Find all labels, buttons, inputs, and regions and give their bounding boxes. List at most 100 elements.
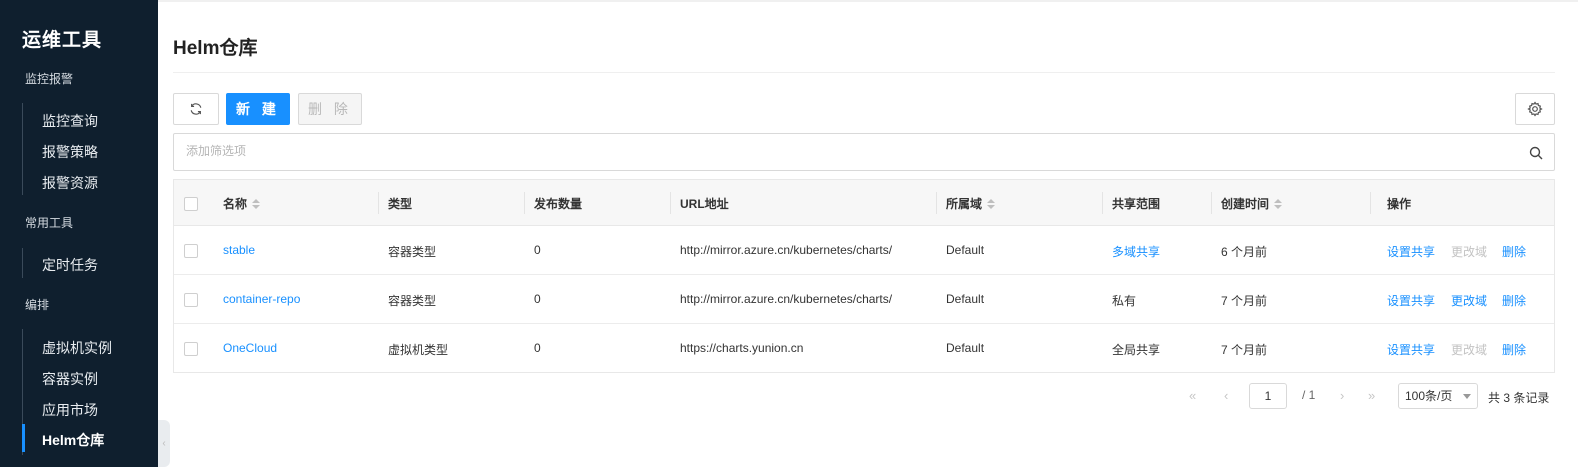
sidebar-active-indicator: [22, 424, 25, 452]
table-row: OneCloud 虚拟机类型 0 https://charts.yunion.c…: [174, 324, 1554, 373]
delete-action[interactable]: 删除: [1502, 243, 1526, 260]
column-separator: [1211, 192, 1212, 214]
change-domain-action[interactable]: 更改域: [1451, 292, 1487, 309]
sidebar-item-app-market[interactable]: 应用市场: [42, 400, 98, 420]
delete-button[interactable]: 删 除: [298, 93, 362, 125]
filter-bar: [173, 133, 1555, 171]
column-header-url: URL地址: [680, 195, 729, 212]
column-separator: [1370, 192, 1371, 214]
cell-created: 7 个月前: [1221, 294, 1268, 308]
sidebar-group-orchestration[interactable]: 编排: [25, 296, 49, 313]
column-header-label: 创建时间: [1221, 197, 1270, 211]
first-page-icon[interactable]: «: [1189, 388, 1196, 403]
column-header-label: 所属域: [946, 197, 983, 211]
title-divider: [173, 72, 1555, 73]
column-header-label: 名称: [223, 197, 248, 211]
row-checkbox[interactable]: [184, 244, 198, 258]
sidebar-tree-line: [22, 248, 23, 278]
select-all-checkbox[interactable]: [184, 197, 198, 211]
column-header-release-count: 发布数量: [534, 195, 582, 212]
total-records: 共 3 条记录: [1488, 391, 1550, 405]
repo-name-link[interactable]: container-repo: [223, 292, 300, 306]
table-row: container-repo 容器类型 0 http://mirror.azur…: [174, 275, 1554, 324]
table-row: stable 容器类型 0 http://mirror.azure.cn/kub…: [174, 226, 1554, 275]
cell-created: 6 个月前: [1221, 245, 1268, 259]
set-share-action[interactable]: 设置共享: [1387, 243, 1435, 260]
repo-name-link[interactable]: OneCloud: [223, 341, 277, 355]
sidebar-item-helm-repo[interactable]: Helm仓库: [42, 430, 104, 450]
column-separator: [378, 192, 379, 214]
cell-count: 0: [534, 292, 541, 306]
column-header-type: 类型: [388, 195, 412, 212]
gear-icon: [1527, 101, 1543, 117]
cell-domain: Default: [946, 243, 985, 257]
change-domain-action[interactable]: 更改域: [1451, 243, 1487, 260]
column-header-actions: 操作: [1387, 195, 1411, 212]
column-separator: [524, 192, 525, 214]
set-share-action[interactable]: 设置共享: [1387, 292, 1435, 309]
set-share-action[interactable]: 设置共享: [1387, 341, 1435, 358]
cell-share-scope: 私有: [1112, 294, 1137, 308]
column-header-label: URL地址: [680, 197, 729, 211]
row-checkbox[interactable]: [184, 293, 198, 307]
page-title: Helm仓库: [173, 38, 258, 59]
cell-url: http://mirror.azure.cn/kubernetes/charts…: [680, 243, 893, 257]
top-divider: [158, 0, 1578, 2]
sidebar-item-container-instance[interactable]: 容器实例: [42, 369, 98, 389]
cell-type: 虚拟机类型: [388, 343, 449, 357]
sidebar: 运维工具 监控报警 监控查询 报警策略 报警资源 常用工具 定时任务 编排 虚拟…: [0, 0, 158, 467]
column-header-share-scope: 共享范围: [1112, 195, 1160, 212]
cell-url: http://mirror.azure.cn/kubernetes/charts…: [680, 292, 893, 306]
page-number-input[interactable]: 1: [1249, 383, 1287, 409]
next-page-icon[interactable]: ›: [1340, 388, 1344, 403]
sidebar-group-common-tools[interactable]: 常用工具: [25, 214, 73, 231]
new-button[interactable]: 新 建: [226, 93, 290, 125]
column-separator: [1102, 192, 1103, 214]
column-header-domain[interactable]: 所属域: [946, 195, 996, 212]
sidebar-collapse-toggle[interactable]: ‹: [158, 420, 170, 467]
cell-domain: Default: [946, 341, 985, 355]
total-pages: / 1: [1302, 388, 1316, 402]
cell-share-scope: 全局共享: [1112, 343, 1161, 357]
sort-icon[interactable]: [252, 198, 261, 209]
chevron-down-icon: [1463, 394, 1471, 399]
last-page-icon[interactable]: »: [1368, 388, 1375, 403]
column-header-label: 操作: [1387, 197, 1412, 211]
column-header-created[interactable]: 创建时间: [1221, 195, 1283, 212]
sort-icon[interactable]: [987, 198, 996, 209]
table-settings-button[interactable]: [1515, 93, 1555, 125]
cell-count: 0: [534, 243, 541, 257]
cell-domain: Default: [946, 292, 985, 306]
column-header-name[interactable]: 名称: [223, 195, 261, 212]
sidebar-item-scheduled-task[interactable]: 定时任务: [42, 255, 98, 275]
page-size-value: 100条/页: [1405, 389, 1453, 403]
sidebar-item-monitor-query[interactable]: 监控查询: [42, 111, 98, 131]
prev-page-icon[interactable]: ‹: [1224, 388, 1228, 403]
sidebar-item-vm-instance[interactable]: 虚拟机实例: [42, 338, 112, 358]
column-header-label: 发布数量: [534, 197, 583, 211]
delete-action[interactable]: 删除: [1502, 341, 1526, 358]
column-header-label: 类型: [388, 197, 413, 211]
sidebar-item-alert-policy[interactable]: 报警策略: [42, 142, 98, 162]
table-header: 名称 类型 发布数量 URL地址 所属域 共享范围 创建时间 操作: [174, 180, 1554, 226]
repo-name-link[interactable]: stable: [223, 243, 255, 257]
cell-created: 7 个月前: [1221, 343, 1268, 357]
sidebar-tree-line: [22, 103, 23, 195]
cell-type: 容器类型: [388, 294, 437, 308]
refresh-button[interactable]: [173, 93, 219, 125]
change-domain-action[interactable]: 更改域: [1451, 341, 1487, 358]
row-checkbox[interactable]: [184, 342, 198, 356]
column-header-label: 共享范围: [1112, 197, 1161, 211]
sidebar-item-alert-resource[interactable]: 报警资源: [42, 173, 98, 193]
delete-action[interactable]: 删除: [1502, 292, 1526, 309]
sort-icon[interactable]: [1274, 198, 1283, 209]
page-size-select[interactable]: 100条/页: [1398, 383, 1478, 409]
filter-input[interactable]: [186, 144, 1486, 158]
sidebar-group-monitoring[interactable]: 监控报警: [25, 70, 73, 87]
sidebar-title: 运维工具: [22, 30, 103, 51]
search-icon[interactable]: [1528, 145, 1544, 161]
cell-type: 容器类型: [388, 245, 437, 259]
cell-share-scope-link[interactable]: 多域共享: [1112, 243, 1160, 260]
column-separator: [670, 192, 671, 214]
helm-repo-table: 名称 类型 发布数量 URL地址 所属域 共享范围 创建时间 操作 stable…: [173, 179, 1555, 373]
